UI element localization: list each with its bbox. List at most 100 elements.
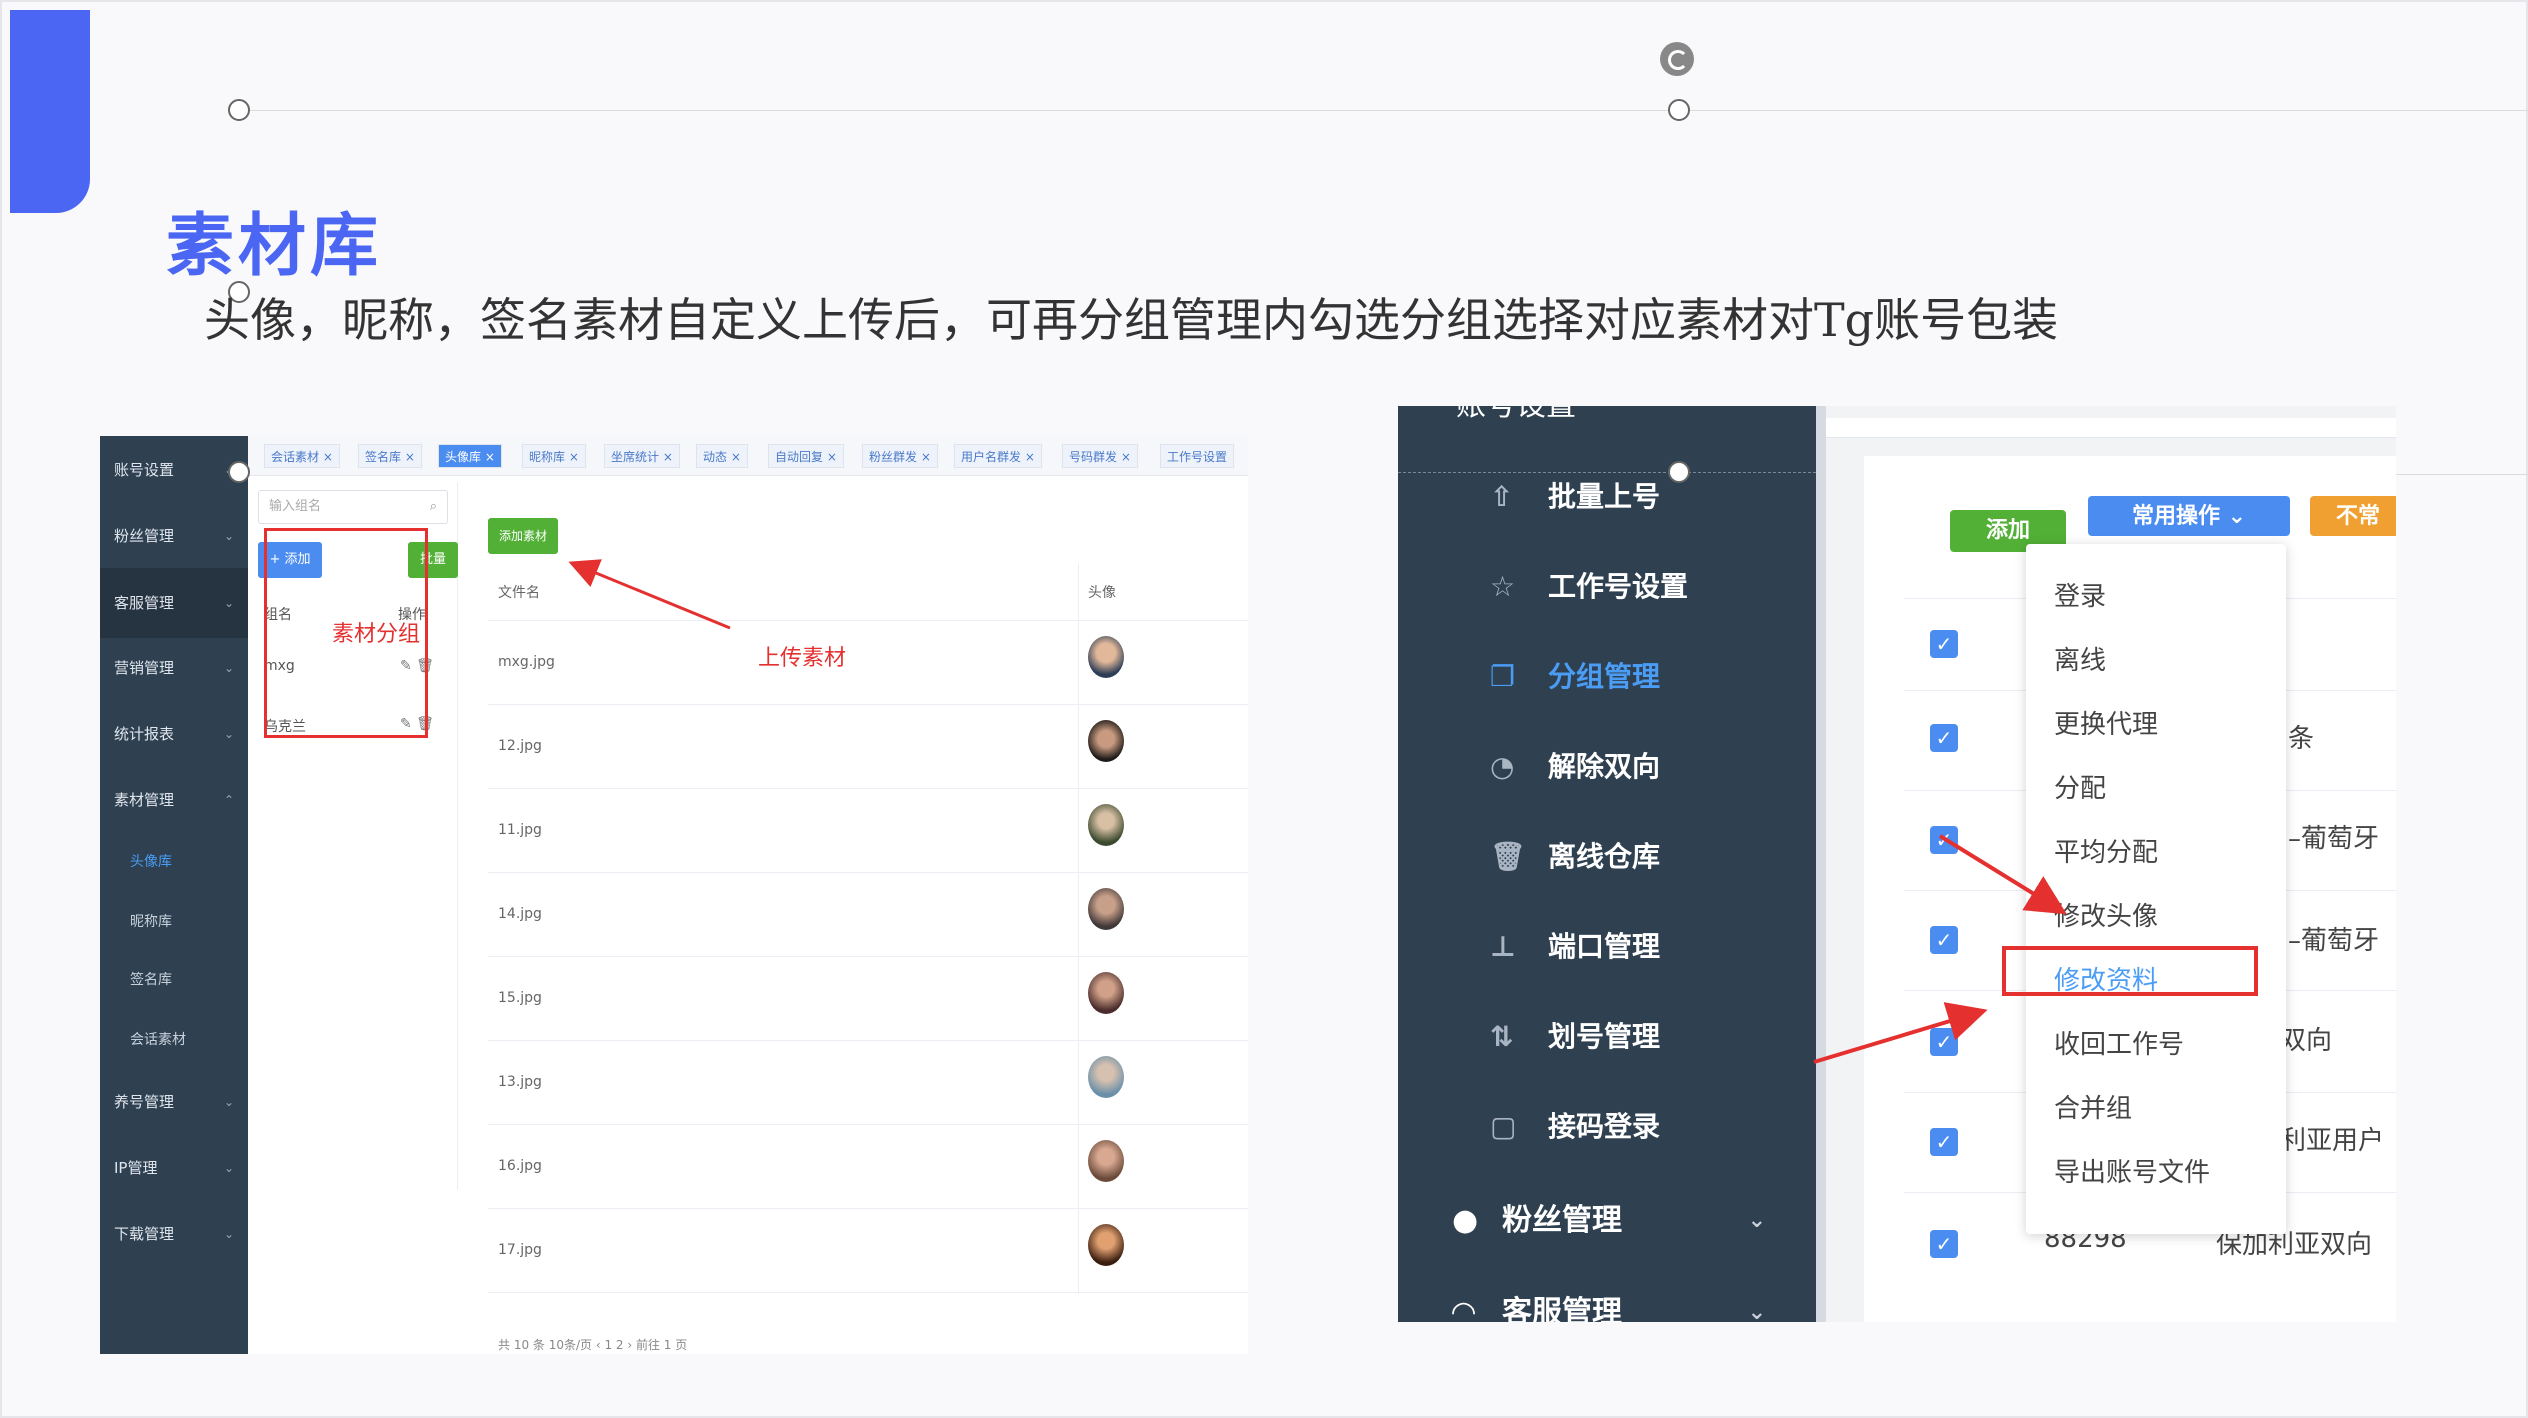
sidebar-item-account-settings[interactable]: 账号设置	[1456, 406, 1576, 424]
sidebar-subitem-avatar[interactable]: 头像库	[100, 842, 248, 882]
sidebar-item[interactable]: 客服管理 ⌄	[100, 568, 248, 638]
sidebar-item-label: 下载管理	[114, 1225, 175, 1243]
sidebar-item-label: 划号管理	[1548, 1020, 1661, 1053]
menu-item-change-proxy[interactable]: 更换代理	[2054, 704, 2158, 741]
resize-handle[interactable]	[228, 461, 250, 483]
uncommon-actions-button[interactable]: 不常	[2310, 496, 2396, 536]
search-icon[interactable]: ⌕	[430, 491, 437, 523]
file-name: 11.jpg	[498, 822, 542, 838]
annotation-box	[2002, 946, 2258, 996]
sidebar-item[interactable]: 统计报表 ⌄	[100, 714, 248, 754]
file-name: 13.jpg	[498, 1074, 542, 1090]
sidebar-item[interactable]: 营销管理 ⌄	[100, 648, 248, 688]
file-name: 17.jpg	[498, 1242, 542, 1258]
sidebar-item-label: 粉丝管理	[1502, 1203, 1622, 1238]
menu-item-even-assign[interactable]: 平均分配	[2054, 832, 2158, 869]
star-icon: ☆	[1490, 570, 1516, 603]
sidebar-item-label: 分组管理	[1548, 660, 1661, 693]
menu-item-export-accounts[interactable]: 导出账号文件	[2054, 1152, 2210, 1189]
row-cell: 条	[2288, 724, 2315, 754]
row-checkbox[interactable]: ✓	[1930, 724, 1958, 752]
sidebar-item[interactable]: 养号管理 ⌄	[100, 1082, 248, 1122]
avatar	[1088, 720, 1124, 762]
group-management-screenshot: 账号设置 ⇧ 批量上号 ☆ 工作号设置 ❐ 分组管理 ◔ 解除双向 🗑 离线仓库 ⊥ 端口管…	[1398, 406, 2396, 1322]
sidebar-item-label: 素材管理	[114, 791, 175, 809]
tab[interactable]: 坐席统计 ×	[604, 444, 680, 468]
row-checkbox[interactable]: ✓	[1930, 1230, 1958, 1258]
row-checkbox[interactable]: ✓	[1930, 826, 1958, 854]
sidebar-item-fans[interactable]: ● 粉丝管理 ⌄	[1398, 1176, 1816, 1266]
tab[interactable]: 自动回复 ×	[768, 444, 844, 468]
menu-item-assign[interactable]: 分配	[2054, 768, 2106, 805]
avatar	[1088, 1056, 1124, 1098]
chevron-down-icon: ⌄	[223, 661, 234, 675]
add-material-button[interactable]: 添加素材	[488, 518, 558, 554]
tab[interactable]: 昵称库 ×	[522, 444, 586, 468]
sidebar-subitem-signature[interactable]: 签名库	[100, 960, 248, 1000]
sidebar-item-transfer[interactable]: ⇅ 划号管理	[1398, 992, 1816, 1082]
sidebar-item-unbind[interactable]: ◔ 解除双向	[1398, 722, 1816, 812]
row-cell: 利亚用户	[2280, 1126, 2385, 1156]
row-checkbox[interactable]: ✓	[1930, 926, 1958, 954]
chevron-down-icon: ⌄	[1747, 1208, 1766, 1233]
page-description: 头像，昵称，签名素材自定义上传后，可再分组管理内勾选分组选择对应素材对Tg账号包…	[204, 293, 2059, 347]
trash-icon: 🗑	[1490, 840, 1526, 873]
sidebar-item[interactable]: 素材管理 ⌃	[100, 780, 248, 820]
sidebar-item-label: 端口管理	[1548, 930, 1661, 963]
sidebar-item-group-management[interactable]: ❐ 分组管理	[1398, 632, 1816, 722]
material-library-screenshot: 账号设置⌄ 粉丝管理⌄ 客服管理⌄ 营销管理⌄ 统计报表⌄ 素材管理⌃ 头像库 …	[100, 436, 1248, 1354]
resize-handle[interactable]	[1668, 99, 1690, 121]
resize-handle[interactable]	[1668, 461, 1690, 483]
row-checkbox[interactable]: ✓	[1930, 1028, 1958, 1056]
menu-item-recall-work-number[interactable]: 收回工作号	[2054, 1024, 2184, 1061]
avatar	[1088, 1140, 1124, 1182]
sidebar-item[interactable]: 粉丝管理 ⌄	[100, 516, 248, 556]
sidebar-item-offline-storage[interactable]: 🗑 离线仓库	[1398, 812, 1816, 902]
splitter[interactable]	[1816, 406, 1826, 1322]
row-checkbox[interactable]: ✓	[1930, 630, 1958, 658]
resize-handle[interactable]	[228, 99, 250, 121]
avatar	[1088, 1224, 1124, 1266]
pagination[interactable]: 共 10 条 10条/页 ‹ 1 2 › 前往 1 页	[498, 1336, 687, 1353]
sidebar-item-label: 接码登录	[1548, 1110, 1661, 1143]
menu-item-offline[interactable]: 离线	[2054, 640, 2106, 677]
tab[interactable]: 号码群发 ×	[1062, 444, 1138, 468]
sidebar-subitem-session[interactable]: 会话素材	[100, 1020, 248, 1060]
annotation-label-group: 素材分组	[332, 622, 421, 647]
sidebar-item-customer-service[interactable]: ◠ 客服管理 ⌄	[1398, 1268, 1816, 1322]
group-search-input[interactable]: 输入组名 ⌕	[258, 490, 448, 524]
rotate-handle-icon[interactable]	[1660, 42, 1694, 76]
guide-line-top	[240, 110, 2528, 111]
tab[interactable]: 工作号设置	[1160, 444, 1235, 468]
tab[interactable]: 签名库 ×	[358, 444, 422, 468]
sidebar-item-port-management[interactable]: ⊥ 端口管理	[1398, 902, 1816, 992]
column-divider	[1078, 564, 1079, 1294]
tab[interactable]: 粉丝群发 ×	[862, 444, 938, 468]
menu-item-merge-group[interactable]: 合并组	[2054, 1088, 2132, 1125]
sidebar-item[interactable]: 账号设置⌄	[100, 450, 248, 490]
sidebar-item-work-settings[interactable]: ☆ 工作号设置	[1398, 542, 1816, 632]
menu-item-login[interactable]: 登录	[2054, 576, 2106, 613]
row-divider	[488, 1292, 1248, 1293]
gauge-icon: ◔	[1490, 750, 1515, 783]
tab[interactable]: 动态 ×	[696, 444, 748, 468]
tab[interactable]: 会话素材 ×	[264, 444, 340, 468]
chevron-down-icon: ⌄	[223, 1095, 234, 1109]
chevron-down-icon: ⌄	[223, 727, 234, 741]
tab-active[interactable]: 头像库 ×	[438, 444, 502, 468]
row-checkbox[interactable]: ✓	[1930, 1128, 1958, 1156]
top-bar	[1826, 418, 2396, 438]
sidebar-item-code-login[interactable]: ▢ 接码登录	[1398, 1082, 1816, 1172]
common-actions-button[interactable]: 常用操作 ⌄	[2088, 496, 2290, 536]
sidebar-item[interactable]: IP管理 ⌄	[100, 1148, 248, 1188]
tab[interactable]: 用户名群发 ×	[954, 444, 1042, 468]
sidebar-item-label: 批量上号	[1548, 480, 1661, 513]
chevron-down-icon: ⌄	[223, 529, 234, 543]
menu-item-change-avatar[interactable]: 修改头像	[2054, 896, 2158, 933]
avatar	[1088, 804, 1124, 846]
sidebar-item[interactable]: 下载管理 ⌄	[100, 1214, 248, 1254]
upload-icon: ⇧	[1490, 480, 1514, 513]
sidebar-item-batch-login[interactable]: ⇧ 批量上号	[1398, 452, 1816, 542]
slide: 素材库 头像，昵称，签名素材自定义上传后，可再分组管理内勾选分组选择对应素材对T…	[0, 0, 2528, 1418]
sidebar-subitem-nickname[interactable]: 昵称库	[100, 902, 248, 942]
